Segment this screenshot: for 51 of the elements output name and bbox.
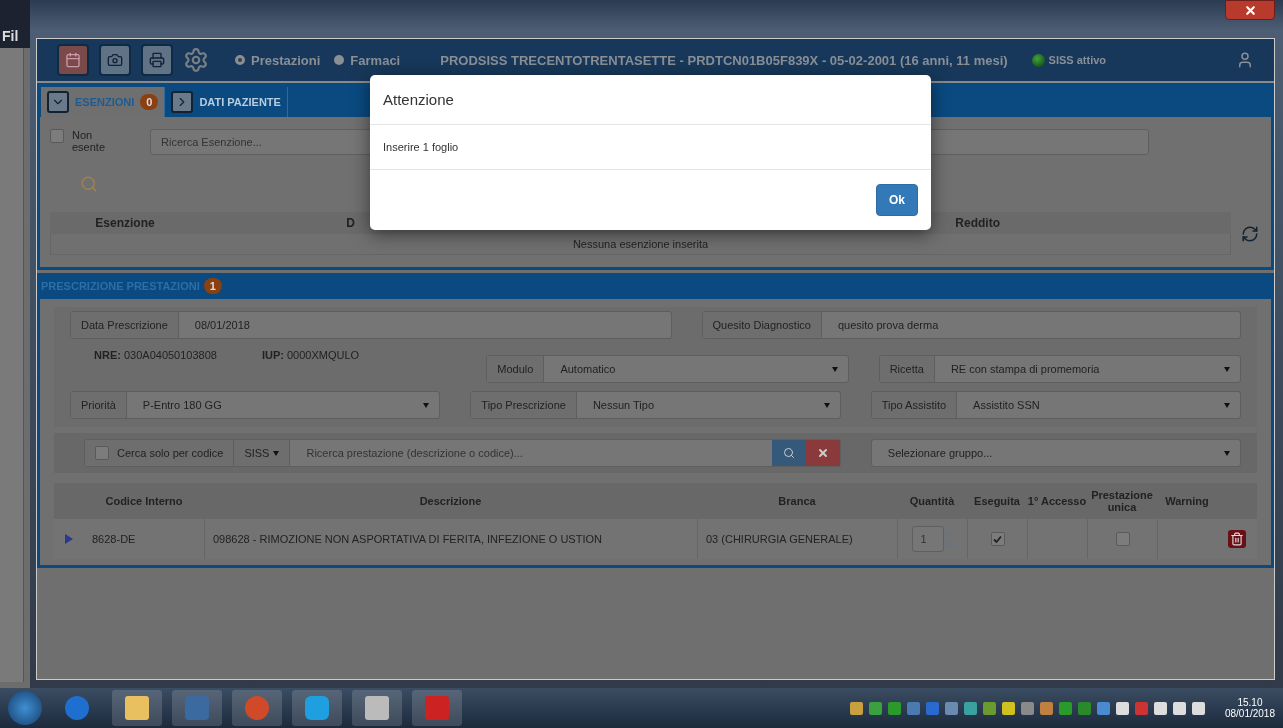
select-value: Automatico [560, 363, 616, 375]
date-field[interactable]: Data Prescrizione 08/01/2018 [70, 311, 672, 339]
column-header: Quantità [908, 495, 956, 507]
patient-info: PRODSISS TRECENTOTRENTASETTE - PRDTCN01B05F839X - 05-02-2001 (16 anni, 11 mesi) [440, 52, 1008, 68]
field-label: Quesito Diagnostico [702, 312, 822, 338]
field-label: Modulo [487, 356, 545, 382]
table-cell: 098628 - RIMOZIONE NON ASPORTATIVA DI FERITA, INFEZIONE O USTION [204, 519, 697, 559]
ok-button[interactable]: Ok [876, 184, 918, 216]
select-field[interactable]: Priorità P-Entro 180 GG [70, 391, 441, 419]
field-label: Tipo Assistito [871, 392, 958, 418]
nre-info: NRE: 030A04050103808 [94, 349, 217, 361]
iup-info: IUP: 0000XMQULO [261, 349, 360, 361]
table-cell-text: 8628-DE [91, 532, 137, 547]
checkbox-label: Non esente [72, 129, 105, 153]
empty-message: Nessuna esenzione inserita [50, 234, 1231, 255]
dialog-title: Attenzione [370, 75, 931, 125]
select-field[interactable]: Modulo Automatico [486, 355, 849, 383]
input-field[interactable]: Quesito Diagnostico quesito prova derma [701, 311, 1241, 339]
quantity-field[interactable]: 1 [911, 526, 944, 552]
select-value: Assistito SSN [973, 399, 1040, 411]
select-value: P-Entro 180 GG [142, 399, 222, 411]
table-cell: 03 (CHIRURGIA GENERALE) [697, 519, 897, 559]
column-header: Codice Interno [104, 495, 184, 507]
count-badge: 0 [140, 94, 159, 110]
column-header: Prestazione unica [1090, 489, 1154, 513]
field-label: Ricetta [879, 356, 935, 382]
field-label: Tipo Prescrizione [471, 392, 577, 418]
menu-item[interactable]: Fil [0, 0, 30, 48]
dialog-message: Inserire 1 foglio [370, 125, 931, 170]
column-header: Branca [777, 495, 817, 507]
column-header: Warning [1164, 495, 1210, 507]
select-field[interactable]: Selezionare gruppo... [870, 439, 1241, 467]
field-value: 08/01/2018 [193, 318, 251, 333]
radio-option[interactable]: Farmaci [334, 52, 401, 68]
status-indicator: SISS attivo [1031, 53, 1107, 67]
column-header: 1° Accesso [1027, 495, 1087, 507]
select-placeholder: Selezionare gruppo... [887, 447, 993, 459]
select-value: Nessun Tipo [592, 399, 655, 411]
select-field[interactable]: Tipo Assistito Assistito SSN [870, 391, 1241, 419]
field-label: Data Prescrizione [71, 312, 179, 338]
select-value: RE con stampa di promemoria [950, 363, 1100, 375]
clock[interactable]: 15.10 08/01/2018 [1224, 697, 1275, 719]
radio-option[interactable]: Prestazioni [235, 52, 321, 68]
select-field[interactable]: Ricetta RE con stampa di promemoria [878, 355, 1241, 383]
column-header: Descrizione [418, 495, 483, 507]
count-badge: 1 [203, 278, 222, 294]
column-header: Eseguita [973, 495, 1021, 507]
select-field[interactable]: Tipo Prescrizione Nessun Tipo [470, 391, 841, 419]
tab[interactable]: ESENZIONI 0 [41, 87, 166, 117]
field-label: Priorità [71, 392, 127, 418]
field-value: quesito prova derma [836, 318, 940, 333]
